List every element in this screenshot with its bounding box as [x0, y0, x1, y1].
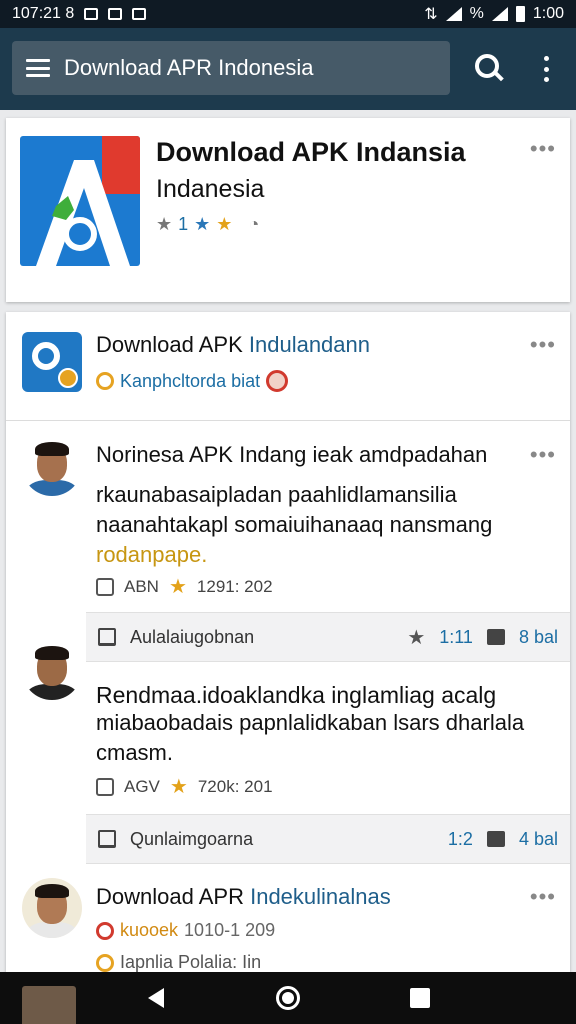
app-bar: Download APR Indonesia: [0, 28, 576, 110]
avatar[interactable]: [22, 640, 82, 700]
post-body-line: naanahtakapl somaiuihanaaq nansmang: [96, 512, 493, 537]
search-icon[interactable]: [472, 52, 506, 86]
post-stats: ABN ★ 1291: 202: [96, 574, 273, 599]
comment-icon[interactable]: [486, 629, 505, 645]
badge-icon: [96, 372, 114, 390]
post-meta-text: 1010-1 209: [184, 920, 276, 940]
battery-percent: %: [469, 5, 484, 22]
overflow-menu-icon[interactable]: [536, 56, 556, 82]
app-title: Download APK Indansia: [156, 137, 466, 167]
status-time: 1:00: [532, 5, 564, 22]
search-box[interactable]: Download APR Indonesia: [12, 41, 450, 95]
thumbs-up-icon[interactable]: [96, 777, 114, 796]
header-more-icon[interactable]: •••: [530, 334, 556, 356]
post-title: Norinesa APK Indang ieak amdpadahan: [96, 442, 488, 467]
post-meta-accent: kuooek: [120, 920, 179, 940]
post-body-line: rodanpape.: [96, 542, 208, 567]
rating-value: 1: [178, 214, 189, 234]
avatar[interactable]: [22, 436, 82, 496]
action-label[interactable]: Qunlaimgoarna: [130, 829, 253, 850]
post-more-icon[interactable]: •••: [530, 444, 556, 466]
feed-header-title-main: Download APK: [96, 332, 249, 357]
notification-icon: [84, 8, 99, 20]
badge-icon: [96, 921, 114, 940]
notification-icon-2: [108, 8, 123, 20]
signal-icon-2: [491, 7, 508, 21]
post-action-bar: Qunlaimgoarna 1:2 4 bal: [86, 814, 570, 864]
notification-icon-3: [132, 8, 147, 20]
system-nav-bar: [0, 972, 576, 1024]
battery-icon: [515, 6, 525, 22]
status-bar: 107:21 8 ⇅ % 1:00: [0, 0, 576, 28]
signal-icon: [445, 7, 462, 21]
action-stars: 1:2: [447, 828, 473, 849]
feed-header-meta: Kanphcltorda biat: [96, 370, 289, 392]
developer-logo: [22, 332, 82, 392]
globe-icon: ◔: [248, 214, 260, 234]
action-stars: 1:11: [439, 626, 473, 647]
post-meta-text-2: Iapnlia Polalia: Iin: [120, 952, 262, 972]
star-icon: ★: [169, 776, 188, 798]
feed-header-meta-text: Kanphcltorda biat: [120, 370, 261, 391]
post-more-icon[interactable]: •••: [530, 886, 556, 908]
post-title: Rendmaa.idoaklandka inglamliag acalg: [96, 682, 497, 708]
post-body-line: cmasm.: [96, 740, 173, 765]
badge-icon: [96, 953, 114, 972]
star-icon-blue: ★: [194, 214, 211, 234]
post-title-main: Download APR: [96, 884, 251, 909]
menu-icon[interactable]: [26, 59, 50, 77]
search-query-text: Download APR Indonesia: [64, 55, 314, 80]
card-more-icon[interactable]: •••: [530, 138, 556, 160]
rating-text: 1291: 202: [196, 576, 273, 596]
star-icon-gold: ★: [216, 214, 233, 234]
like-count: ABN: [124, 576, 159, 596]
star-icon[interactable]: ★: [407, 625, 425, 650]
rating-text: 720k: 201: [197, 776, 273, 796]
post-title: Download APR Indekulinalnas: [96, 884, 391, 910]
avatar[interactable]: [22, 878, 82, 938]
app-card[interactable]: Download APK Indansia Indanesia ★ 1 ★ ★ …: [6, 118, 570, 302]
share-icon[interactable]: [98, 830, 116, 848]
post-body-line: miabaobadais papnlalidkaban lsars dharla…: [96, 710, 525, 735]
comment-icon[interactable]: [486, 831, 505, 847]
post-stats: AGV ★ 720k: 201: [96, 774, 273, 799]
comment-count: 4 bal: [518, 828, 558, 849]
app-logo: [20, 136, 140, 266]
post-action-bar: Aulalaiugobnan ★ 1:11 8 bal: [86, 612, 570, 662]
divider: [6, 420, 570, 421]
post-meta-2: Iapnlia Polalia: Iin: [96, 952, 261, 972]
app-subtitle: Indanesia: [156, 175, 265, 203]
post-body: miabaobadais papnlalidkaban lsars dharla…: [96, 708, 536, 768]
app-rating: ★ 1 ★ ★ ◔: [156, 214, 259, 235]
recent-app-thumbnail[interactable]: [22, 986, 76, 1024]
feed-header-title-accent: Indulandann: [248, 332, 370, 357]
feed-card: Download APK Indulandann Kanphcltorda bi…: [6, 312, 570, 972]
post-body: rkaunabasaipladan paahlidlamansilia naan…: [96, 480, 536, 570]
avatar-small: [266, 370, 289, 392]
thumbs-up-icon[interactable]: [96, 577, 114, 596]
share-icon[interactable]: [98, 628, 116, 646]
back-icon[interactable]: [148, 988, 164, 1008]
star-icon: ★: [168, 576, 187, 598]
status-time-left: 107:21 8: [12, 5, 75, 22]
feed-header-title: Download APK Indulandann: [96, 332, 370, 358]
recents-icon[interactable]: [410, 988, 430, 1008]
post-title-accent: Indekulinalnas: [250, 884, 391, 909]
action-label[interactable]: Aulalaiugobnan: [130, 627, 254, 648]
post-meta: kuooek 1010-1 209: [96, 920, 275, 941]
comment-count: 8 bal: [518, 626, 558, 647]
like-count: AGV: [124, 776, 160, 796]
vibrate-icon: ⇅: [424, 6, 438, 23]
feed-header[interactable]: Download APK Indulandann Kanphcltorda bi…: [6, 312, 570, 420]
star-icon: ★: [156, 214, 173, 234]
post-body-line: rkaunabasaipladan paahlidlamansilia: [96, 482, 457, 507]
home-icon[interactable]: [276, 986, 300, 1010]
